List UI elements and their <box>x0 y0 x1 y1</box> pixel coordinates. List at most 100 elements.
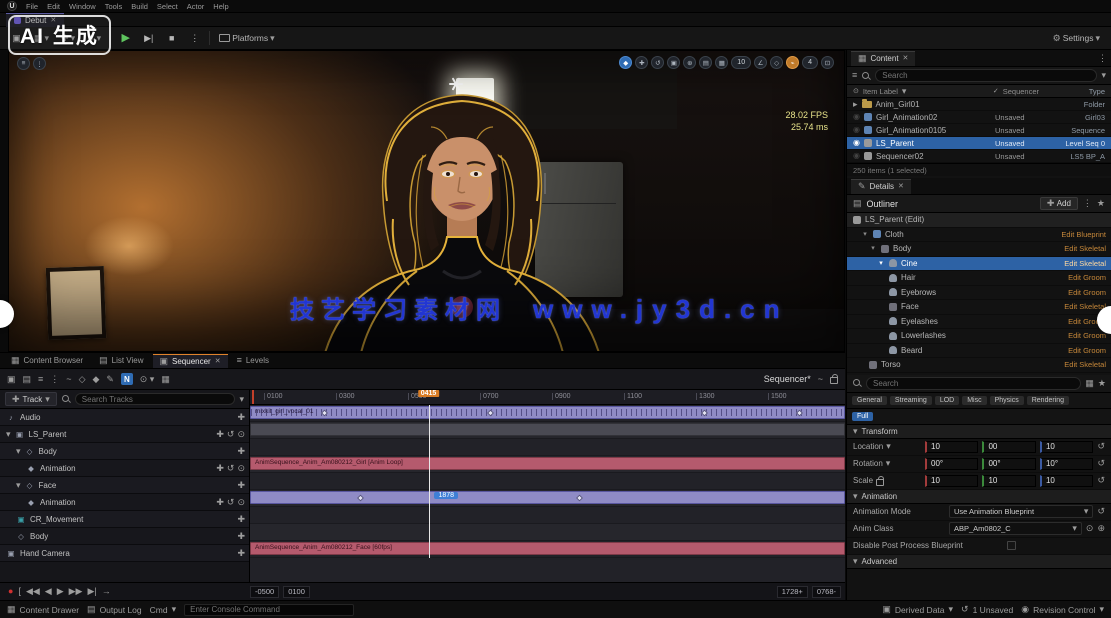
reset-location-icon[interactable]: ↺ <box>1097 442 1105 451</box>
track-search-input[interactable] <box>75 393 236 405</box>
add-section-icon[interactable]: ✚ <box>237 447 245 456</box>
content-search-input[interactable] <box>875 69 1097 82</box>
stop-button[interactable]: ■ <box>163 30 180 47</box>
track-row[interactable]: ◇ Body ✚ <box>0 528 249 545</box>
location-y-field[interactable]: 00 <box>982 441 1035 453</box>
section-clip[interactable] <box>250 423 845 436</box>
audio-clip[interactable]: mixkit_girl_vocal_01 <box>250 406 845 419</box>
use-selected-icon[interactable]: ⊕ <box>1097 524 1105 533</box>
close-icon[interactable]: ✕ <box>215 358 221 365</box>
column-item-label[interactable]: Item Label <box>863 87 898 96</box>
timeline-row-animation[interactable]: AnimSequence_Anim_Am080212_Girl [Anim Lo… <box>250 456 845 473</box>
track-target-icon[interactable]: ⊙ <box>237 498 245 507</box>
grid-snap-value[interactable]: 10 <box>731 56 751 69</box>
view-options-icon[interactable]: ▾ <box>1101 71 1106 80</box>
keyframe[interactable] <box>357 494 364 501</box>
animation-subclip[interactable] <box>250 491 845 504</box>
reset-animation-mode-icon[interactable]: ↺ <box>1097 507 1105 516</box>
tab-list-view[interactable]: ▤ List View <box>92 354 150 368</box>
expand-arrow-icon[interactable]: ▾ <box>869 245 877 252</box>
advanced-expander[interactable]: ▾ Advanced <box>847 555 1111 569</box>
track-filter-icon[interactable]: ▾ <box>239 395 244 404</box>
select-mode-icon[interactable]: ◆ <box>619 56 632 69</box>
track-row[interactable]: ◆ Animation ✚↺⊙ <box>0 494 249 511</box>
step-forward-button[interactable]: ▶▶ <box>69 587 83 596</box>
details-search-input[interactable] <box>866 377 1081 390</box>
track-row[interactable]: ▾ ▣ LS_Parent ✚↺⊙ <box>0 426 249 443</box>
location-label[interactable]: Location▾ <box>853 442 921 451</box>
scale-x-field[interactable]: 10 <box>925 475 978 487</box>
reset-rotation-icon[interactable]: ↺ <box>1097 459 1105 468</box>
sequence-breadcrumb[interactable]: Sequencer* <box>764 374 811 384</box>
outliner-row[interactable]: Face Edit Skeletal <box>847 300 1111 315</box>
grid-snap-icon[interactable]: ▦ <box>715 56 728 69</box>
animation-clip[interactable]: AnimSequence_Anim_Am080212_Girl [Anim Lo… <box>250 457 845 470</box>
timeline-row-animation2[interactable]: 1878 <box>250 490 845 507</box>
scale-snap-icon[interactable]: ◇ <box>770 56 783 69</box>
outliner-row[interactable]: Lowerlashes Edit Groom <box>847 329 1111 344</box>
filter-rendering[interactable]: Rendering <box>1027 396 1069 405</box>
expand-arrow-icon[interactable]: ▾ <box>16 447 21 456</box>
filter-physics[interactable]: Physics <box>990 396 1024 405</box>
outliner-row[interactable]: ▾ Cloth Edit Blueprint <box>847 228 1111 243</box>
playhead-time-badge[interactable]: 0415 <box>418 390 440 397</box>
maximize-icon[interactable]: ⊡ <box>821 56 834 69</box>
render-movie-icon[interactable]: ▤ <box>23 375 32 384</box>
tab-content[interactable]: ▦ Content ✕ <box>851 51 915 66</box>
revision-control-button[interactable]: ◉ Revision Control ▾ <box>1021 605 1104 615</box>
outliner-row[interactable]: LS_Parent (Edit) <box>847 213 1111 228</box>
filter-general[interactable]: General <box>852 396 887 405</box>
range-start-field[interactable]: -0500 <box>250 586 279 598</box>
save-sequence-icon[interactable]: ▣ <box>7 375 16 384</box>
filter-misc[interactable]: Misc <box>962 396 986 405</box>
tab-content-browser[interactable]: ▦ Content Browser <box>4 354 90 368</box>
menu-file[interactable]: File <box>26 2 38 11</box>
menu-select[interactable]: Select <box>157 2 178 11</box>
output-log-button[interactable]: ▤ Output Log <box>87 605 142 615</box>
close-icon[interactable]: ✕ <box>903 55 909 62</box>
rotation-snap-icon[interactable]: ∠ <box>754 56 767 69</box>
scale-label[interactable]: Scale <box>853 476 921 486</box>
camera-speed-value[interactable]: 4 <box>802 56 818 69</box>
curves-icon[interactable]: ~ <box>818 375 823 384</box>
add-key-icon[interactable]: ◆ <box>92 375 99 384</box>
eye-icon[interactable]: ◉ <box>853 126 860 134</box>
menu-edit[interactable]: Edit <box>47 2 60 11</box>
details-grid-icon[interactable]: ▦ <box>1085 379 1094 388</box>
snap-mode-icon[interactable]: N <box>121 373 133 385</box>
close-icon[interactable]: ✕ <box>898 183 904 190</box>
play-options-icon[interactable]: ⋮ <box>186 30 203 47</box>
add-section-icon[interactable]: ✚ <box>237 549 245 558</box>
add-section-icon[interactable]: ✚ <box>237 481 245 490</box>
track-row[interactable]: ▣ Hand Camera ✚ <box>0 545 249 562</box>
animation-section-header[interactable]: ▾ Animation <box>847 490 1111 504</box>
menu-build[interactable]: Build <box>131 2 148 11</box>
timeline-area[interactable]: 0100 0300 0500 0700 0900 1100 1300 1500 … <box>250 390 845 582</box>
rotate-tool-icon[interactable]: ↺ <box>651 56 664 69</box>
tab-levels[interactable]: ≡ Levels <box>230 354 276 368</box>
outliner-row[interactable]: Hair Edit Groom <box>847 271 1111 286</box>
platforms-dropdown[interactable]: Platforms ▾ <box>216 30 277 47</box>
track-row[interactable]: ◆ Animation ✚↺⊙ <box>0 460 249 477</box>
range-in-field[interactable]: 0100 <box>283 586 310 598</box>
face-animation-clip[interactable]: AnimSequence_Anim_Am080212_Face [60fps] <box>250 542 845 555</box>
unreal-logo-icon[interactable]: U <box>7 1 17 11</box>
outliner-settings-icon[interactable]: ⋮ <box>1083 199 1092 208</box>
view-range-icon[interactable]: ▦ <box>161 375 170 384</box>
filter-lod[interactable]: LOD <box>935 396 959 405</box>
rotation-y-field[interactable]: 00° <box>982 458 1035 470</box>
track-row[interactable]: ▾ ◇ Face ✚ <box>0 477 249 494</box>
timeline-row-face[interactable]: AnimSequence_Anim_Am080212_Face [60fps] <box>250 541 845 558</box>
add-section-icon[interactable]: ✚ <box>237 413 245 422</box>
timeline-row-audio[interactable]: mixkit_girl_vocal_01 <box>250 405 845 422</box>
track-target-icon[interactable]: ⊙ <box>237 464 245 473</box>
console-input[interactable] <box>184 604 354 616</box>
curve-editor-icon[interactable]: ~ <box>66 375 71 384</box>
content-row[interactable]: ▸ Anim_Girl01 Folder <box>847 98 1111 111</box>
add-track-button[interactable]: ✚Track▾ <box>5 392 57 406</box>
add-section-icon[interactable]: ✚ <box>216 430 224 439</box>
outliner-row[interactable]: Torso Edit Skeletal <box>847 358 1111 373</box>
track-row[interactable]: ♪ Audio ✚ <box>0 409 249 426</box>
rotation-z-field[interactable]: 10° <box>1040 458 1093 470</box>
record-button[interactable]: ● <box>8 587 13 596</box>
